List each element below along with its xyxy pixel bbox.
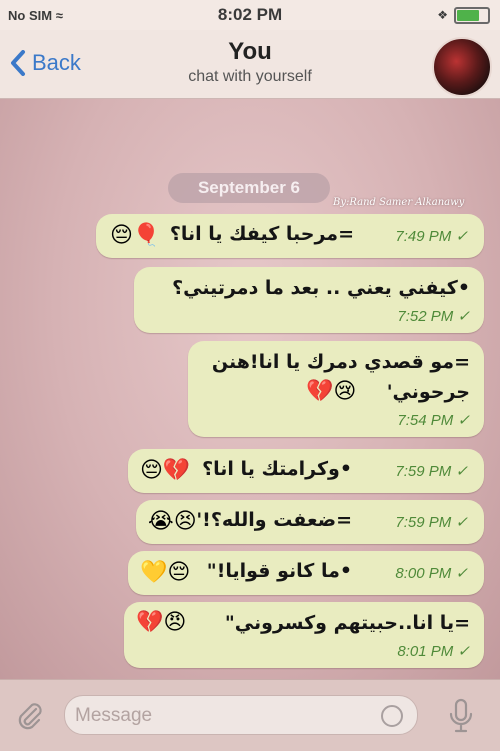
message-emoji: 😭😣	[148, 509, 197, 534]
message-time: 7:52 PM ✓	[397, 308, 470, 325]
status-time: 8:02 PM	[217, 5, 283, 24]
message-text: =مو قصدي دمرك يا انا!هنن	[211, 351, 470, 373]
chat-title: You	[228, 38, 272, 65]
message-text: جرحوني'	[386, 381, 470, 403]
input-bar: Message	[0, 679, 500, 751]
message-text: •وكرامتك يا انا؟	[202, 458, 352, 480]
message-bubble[interactable]: •كيفني يعني .. بعد ما دمرتيني؟ 7:52 PM ✓	[134, 267, 484, 333]
avatar[interactable]	[432, 37, 492, 97]
message-text: =ضعفت والله؟!'	[196, 509, 352, 531]
battery-level	[457, 9, 479, 21]
status-bar: No SIM ≈ 8:02 PM ❖	[0, 0, 500, 30]
message-text: =يا انا..حبيتهم وكسروني"	[224, 612, 470, 634]
message-bubble[interactable]: 😭😣 7:59 PM ✓ =ضعفت والله؟!'	[136, 500, 484, 544]
sticker-icon[interactable]	[381, 705, 403, 727]
message-emoji: 😔💔	[140, 458, 191, 483]
message-emoji: 😔🎈	[110, 223, 161, 248]
chat-header[interactable]: You chat with yourself	[0, 38, 500, 86]
date-separator: September 6	[168, 173, 330, 203]
message-emoji: 💛😔	[140, 560, 191, 585]
message-bubble[interactable]: 😔💔 7:59 PM ✓ •وكرامتك يا انا؟	[128, 449, 484, 493]
message-bubble[interactable]: =مو قصدي دمرك يا انا!هنن جرحوني' 💔😢 7:54…	[188, 341, 484, 437]
watermark: By:Rand Samer Alkanawy	[333, 197, 465, 208]
status-right: ❖	[437, 6, 490, 24]
message-time: 7:49 PM ✓	[395, 228, 468, 245]
battery-icon	[454, 6, 490, 24]
message-input[interactable]: Message	[64, 695, 418, 735]
message-emoji: 💔😢	[306, 379, 357, 404]
message-placeholder: Message	[75, 705, 153, 726]
paperclip-icon[interactable]	[14, 700, 46, 732]
message-text: •كيفني يعني .. بعد ما دمرتيني؟	[172, 277, 470, 299]
message-emoji: 💔😠	[136, 610, 187, 635]
bluetooth-icon: ❖	[437, 8, 448, 22]
message-time: 7:59 PM ✓	[395, 463, 468, 480]
microphone-icon[interactable]	[447, 698, 475, 734]
message-time: 7:54 PM ✓	[397, 412, 470, 429]
message-bubble[interactable]: 😔🎈 7:49 PM ✓ =مرحبا كيفك يا انا؟	[96, 214, 484, 258]
message-bubble[interactable]: 💛😔 8:00 PM ✓ •ما كانو قوايا!"	[128, 551, 484, 595]
message-bubble[interactable]: 💔😠 =يا انا..حبيتهم وكسروني" 8:01 PM ✓	[124, 602, 484, 668]
message-text: •ما كانو قوايا!"	[206, 560, 352, 582]
nav-bar: Back You chat with yourself	[0, 30, 500, 99]
message-time: 8:01 PM ✓	[397, 643, 470, 660]
message-text: =مرحبا كيفك يا انا؟	[169, 223, 354, 245]
chat-area[interactable]: September 6 By:Rand Samer Alkanawy 😔🎈 7:…	[0, 99, 500, 679]
chat-subtitle: chat with yourself	[188, 68, 312, 85]
message-time: 7:59 PM ✓	[395, 514, 468, 531]
message-time: 8:00 PM ✓	[395, 565, 468, 582]
